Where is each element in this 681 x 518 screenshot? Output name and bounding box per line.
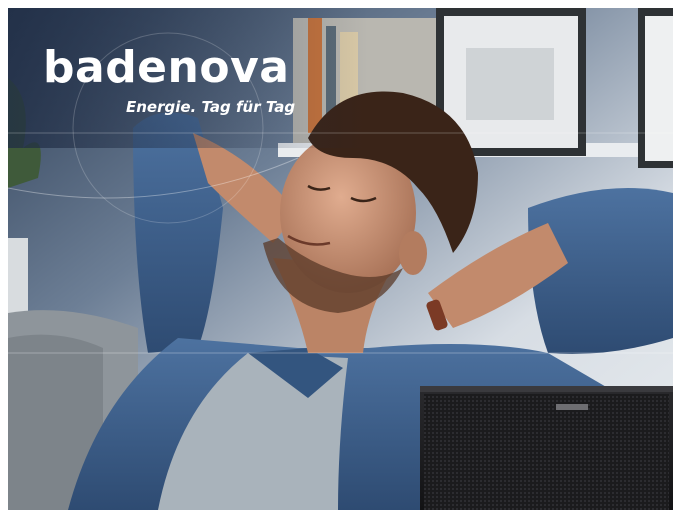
ad-image: badenova Energie. Tag für Tag	[8, 8, 673, 510]
brand-name: badenova	[43, 42, 290, 93]
brand-logo: badenova Energie. Tag für Tag	[43, 42, 295, 117]
heat-pump-brand-logo	[556, 404, 588, 410]
heat-pump-unit	[420, 386, 673, 510]
brand-tagline: Energie. Tag für Tag	[126, 98, 296, 116]
